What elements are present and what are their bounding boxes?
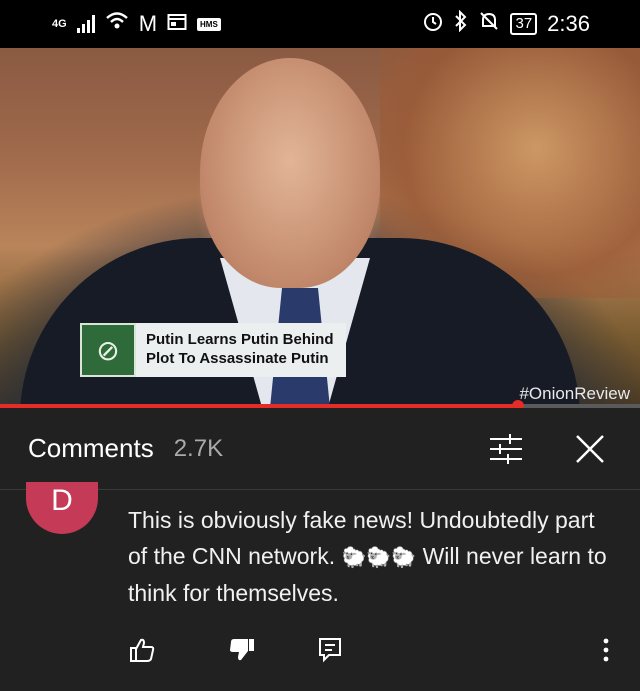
- comments-header: Comments 2.7K: [0, 408, 640, 490]
- clock: 2:36: [547, 11, 590, 36]
- mail-icon: M: [138, 11, 158, 36]
- like-button[interactable]: [122, 630, 162, 670]
- mute-icon: [478, 10, 500, 38]
- video-person: [200, 58, 380, 288]
- reply-icon: [319, 638, 341, 663]
- comments-count: 2.7K: [173, 434, 224, 462]
- wifi-icon: [105, 11, 129, 37]
- sort-filter-icon: [490, 433, 522, 464]
- video-hashtag: #OnionReview: [519, 384, 630, 403]
- comment-item: D This is obviously fake news! Undoubted…: [0, 482, 640, 691]
- network-type: 4G: [52, 18, 67, 30]
- comment-actions: [0, 630, 640, 670]
- battery-icon: 37: [510, 13, 538, 35]
- dislike-button[interactable]: [222, 630, 262, 670]
- status-bar: 4G M HMS 37 2:36: [0, 0, 640, 48]
- calendar-icon: [167, 11, 187, 37]
- close-comments-button[interactable]: [568, 427, 612, 471]
- more-options-button[interactable]: [586, 630, 626, 670]
- thumbs-up-icon: [130, 638, 155, 662]
- close-icon: [576, 434, 604, 463]
- hms-badge: HMS: [197, 17, 221, 31]
- signal-icon: [76, 15, 95, 33]
- sort-comments-button[interactable]: [484, 427, 528, 471]
- comment-text: This is obviously fake news! Undoubtedly…: [128, 502, 618, 611]
- comments-title: Comments: [28, 433, 154, 463]
- sheep-emoji: 🐑🐑🐑: [341, 545, 417, 569]
- status-left: 4G M HMS: [52, 11, 221, 37]
- reply-button[interactable]: [310, 630, 350, 670]
- alarm-icon: [422, 10, 444, 38]
- video-player[interactable]: ⊘ Putin Learns Putin Behind Plot To Assa…: [0, 48, 640, 408]
- avatar[interactable]: D: [26, 482, 98, 534]
- lower-third-title: Putin Learns Putin Behind Plot To Assass…: [136, 323, 346, 377]
- thumbs-down-icon: [230, 639, 254, 661]
- news-lower-third: ⊘ Putin Learns Putin Behind Plot To Assa…: [80, 323, 346, 377]
- bluetooth-icon: [454, 9, 468, 38]
- status-right: 37 2:36: [422, 9, 590, 38]
- onion-logo-icon: ⊘: [80, 323, 136, 377]
- more-vertical-icon: [603, 638, 609, 662]
